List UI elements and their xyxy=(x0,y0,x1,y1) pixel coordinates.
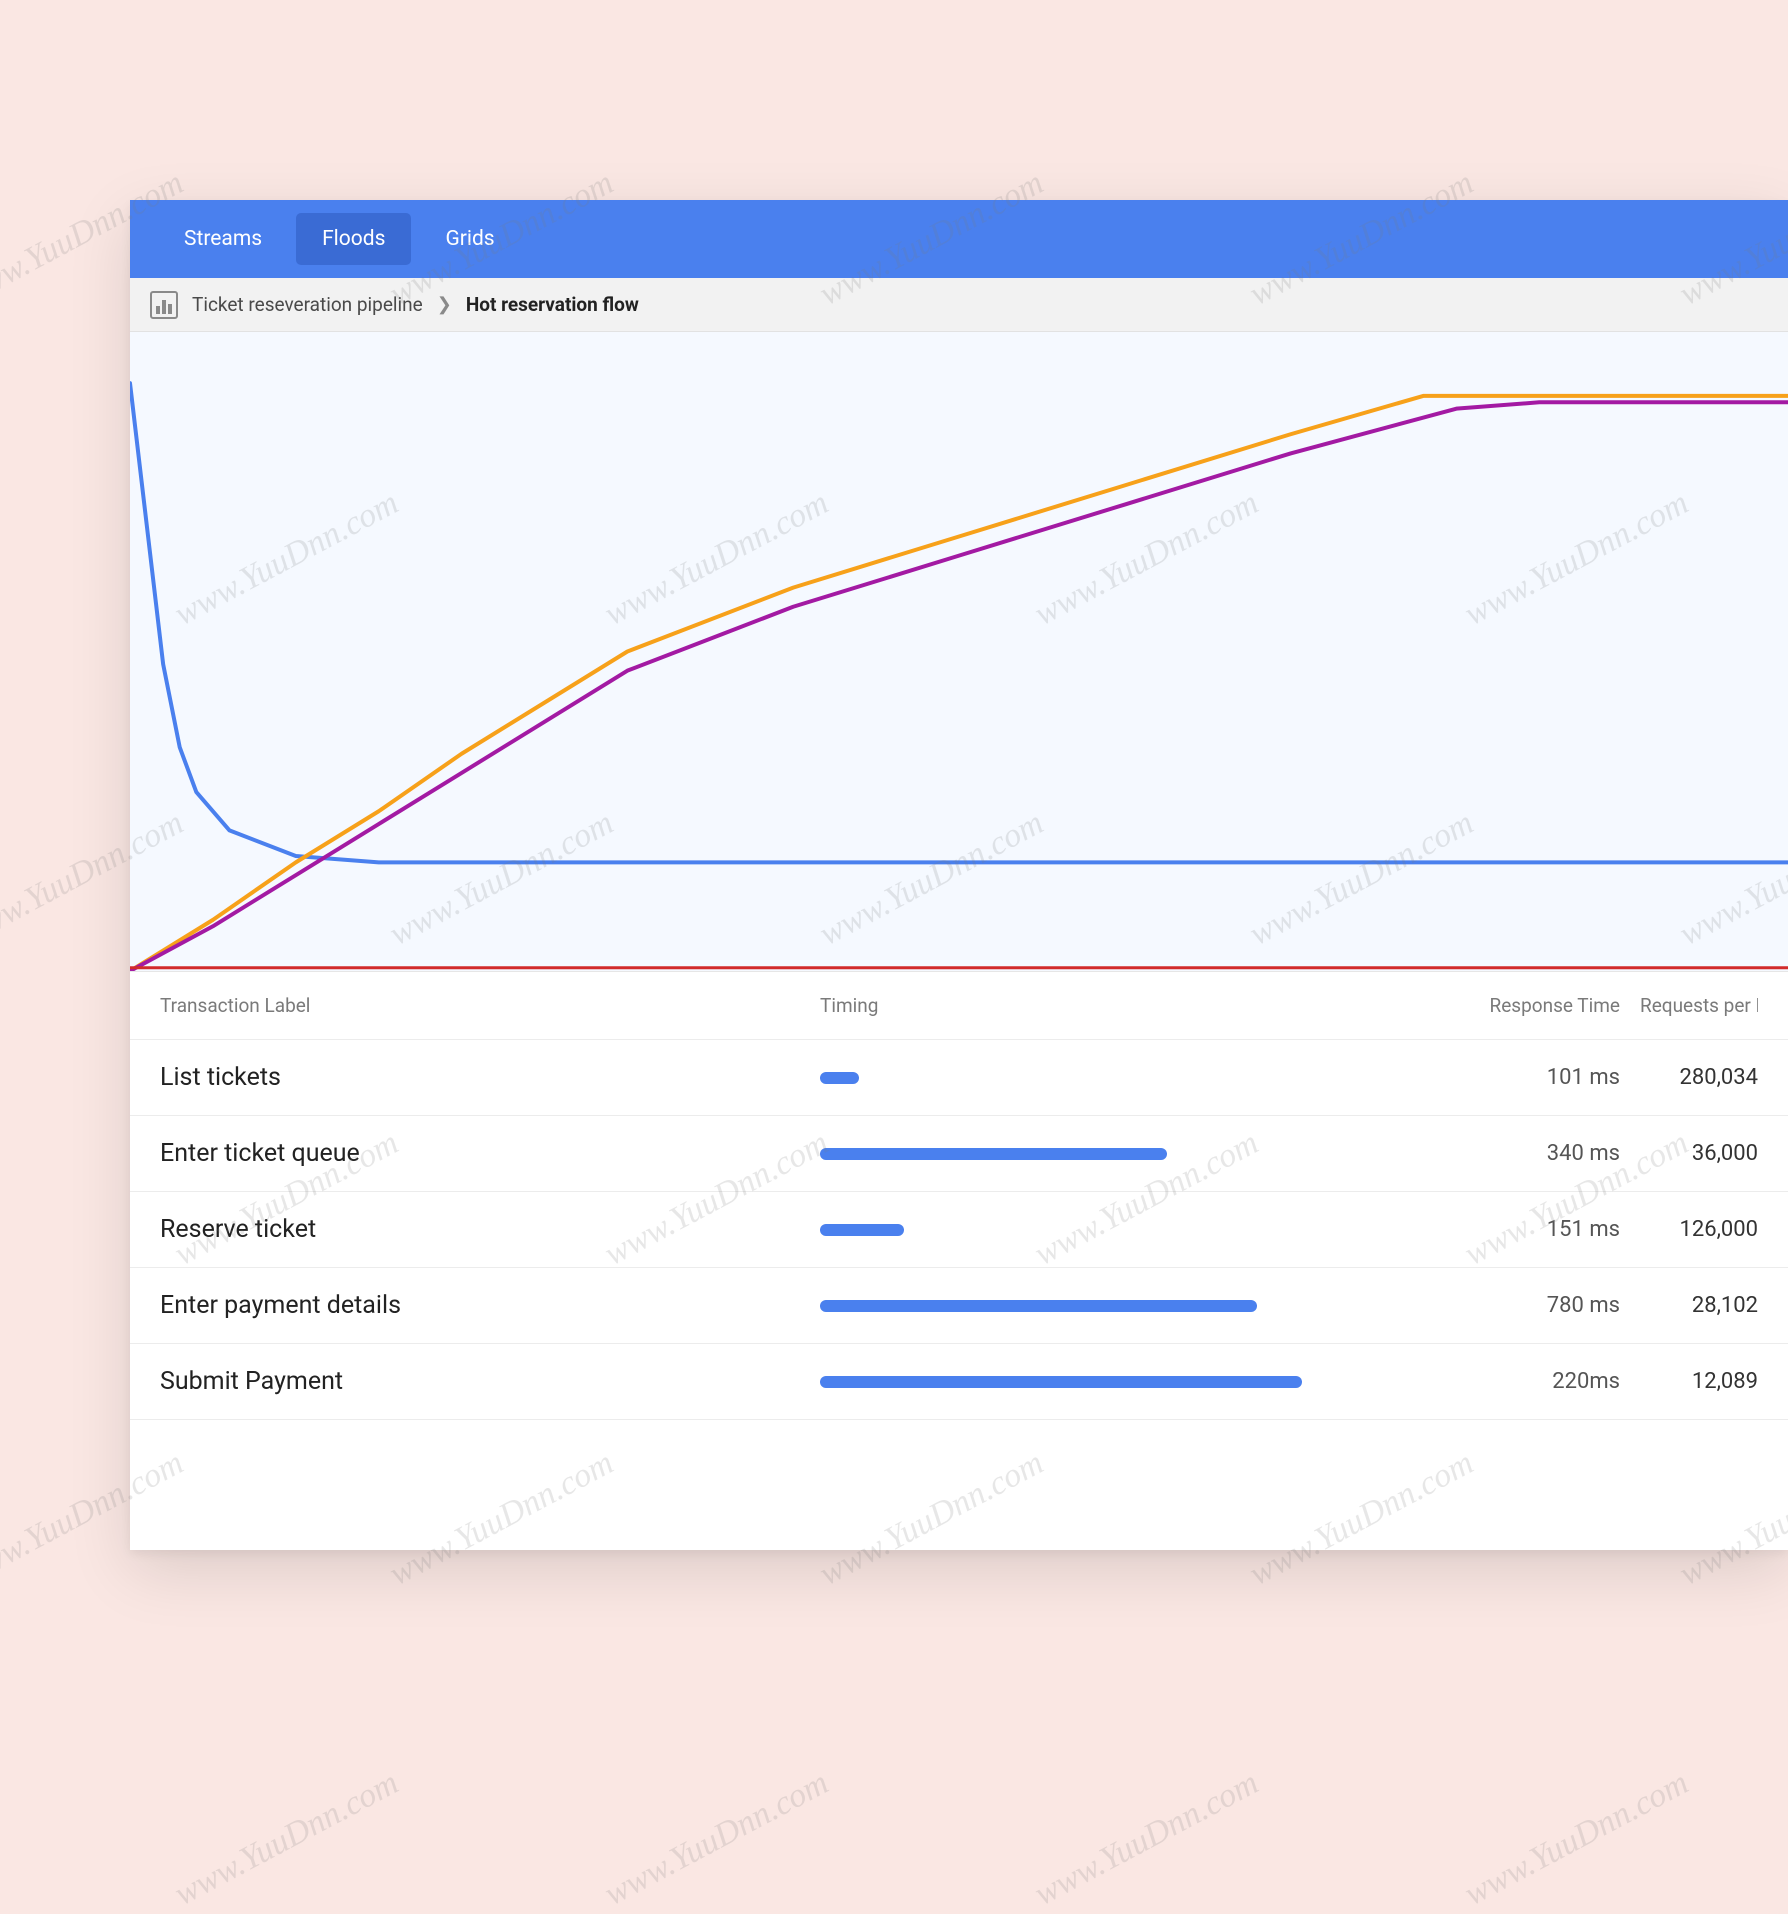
series-throughput xyxy=(130,402,1788,971)
timing-bar xyxy=(820,1224,904,1236)
transaction-table: Transaction Label Timing Response Time R… xyxy=(130,972,1788,1550)
watermark-text: www.YuuDnn.com xyxy=(1458,1764,1694,1914)
watermark-text: www.YuuDnn.com xyxy=(1028,1764,1264,1914)
timing-cell xyxy=(820,1148,1420,1160)
table-row[interactable]: List tickets 101 ms280,034 xyxy=(130,1040,1788,1116)
response-time: 220ms xyxy=(1420,1369,1640,1394)
table-row[interactable]: Enter ticket queue 340 ms36,000 xyxy=(130,1116,1788,1192)
requests-per-min: 28,102 xyxy=(1640,1293,1758,1318)
response-time: 151 ms xyxy=(1420,1217,1640,1242)
breadcrumb: Ticket reseveration pipeline ❯ Hot reser… xyxy=(130,278,1788,332)
series-response-time xyxy=(130,383,1788,862)
col-header-response: Response Time xyxy=(1420,994,1640,1017)
response-time: 780 ms xyxy=(1420,1293,1640,1318)
tab-grids[interactable]: Grids xyxy=(419,213,520,265)
requests-per-min: 126,000 xyxy=(1640,1217,1758,1242)
breadcrumb-root[interactable]: Ticket reseveration pipeline xyxy=(192,293,423,316)
watermark-text: www.YuuDnn.com xyxy=(168,1764,404,1914)
col-header-timing: Timing xyxy=(820,994,1420,1017)
col-header-requests: Requests per Min xyxy=(1640,994,1758,1017)
watermark-text: www.YuuDnn.com xyxy=(598,1764,834,1914)
line-chart xyxy=(130,332,1788,971)
series-concurrency xyxy=(130,396,1788,971)
timing-cell xyxy=(820,1300,1420,1312)
breadcrumb-current: Hot reservation flow xyxy=(466,293,639,316)
requests-per-min: 280,034 xyxy=(1640,1065,1758,1090)
response-time: 101 ms xyxy=(1420,1065,1640,1090)
tab-bar: Streams Floods Grids xyxy=(130,200,1788,278)
chevron-right-icon: ❯ xyxy=(437,294,452,315)
bar-chart-icon xyxy=(150,291,178,319)
transaction-label: List tickets xyxy=(160,1063,820,1092)
requests-per-min: 36,000 xyxy=(1640,1141,1758,1166)
timing-bar xyxy=(820,1376,1302,1388)
table-row[interactable]: Enter payment details 780 ms28,102 xyxy=(130,1268,1788,1344)
response-time: 340 ms xyxy=(1420,1141,1640,1166)
col-header-label: Transaction Label xyxy=(160,994,820,1017)
timing-bar xyxy=(820,1148,1167,1160)
transaction-label: Submit Payment xyxy=(160,1367,820,1396)
timing-cell xyxy=(820,1376,1420,1388)
transaction-label: Reserve ticket xyxy=(160,1215,820,1244)
table-row[interactable]: Reserve ticket 151 ms126,000 xyxy=(130,1192,1788,1268)
requests-per-min: 12,089 xyxy=(1640,1369,1758,1394)
transaction-label: Enter payment details xyxy=(160,1291,820,1320)
tab-streams[interactable]: Streams xyxy=(158,213,288,265)
chart-panel xyxy=(130,332,1788,972)
timing-cell xyxy=(820,1072,1420,1084)
transaction-label: Enter ticket queue xyxy=(160,1139,820,1168)
tab-floods[interactable]: Floods xyxy=(296,213,411,265)
table-header-row: Transaction Label Timing Response Time R… xyxy=(130,972,1788,1040)
timing-cell xyxy=(820,1224,1420,1236)
timing-bar xyxy=(820,1300,1257,1312)
timing-bar xyxy=(820,1072,859,1084)
app-window: Streams Floods Grids Ticket reseveration… xyxy=(130,200,1788,1550)
table-row[interactable]: Submit Payment 220ms12,089 xyxy=(130,1344,1788,1420)
